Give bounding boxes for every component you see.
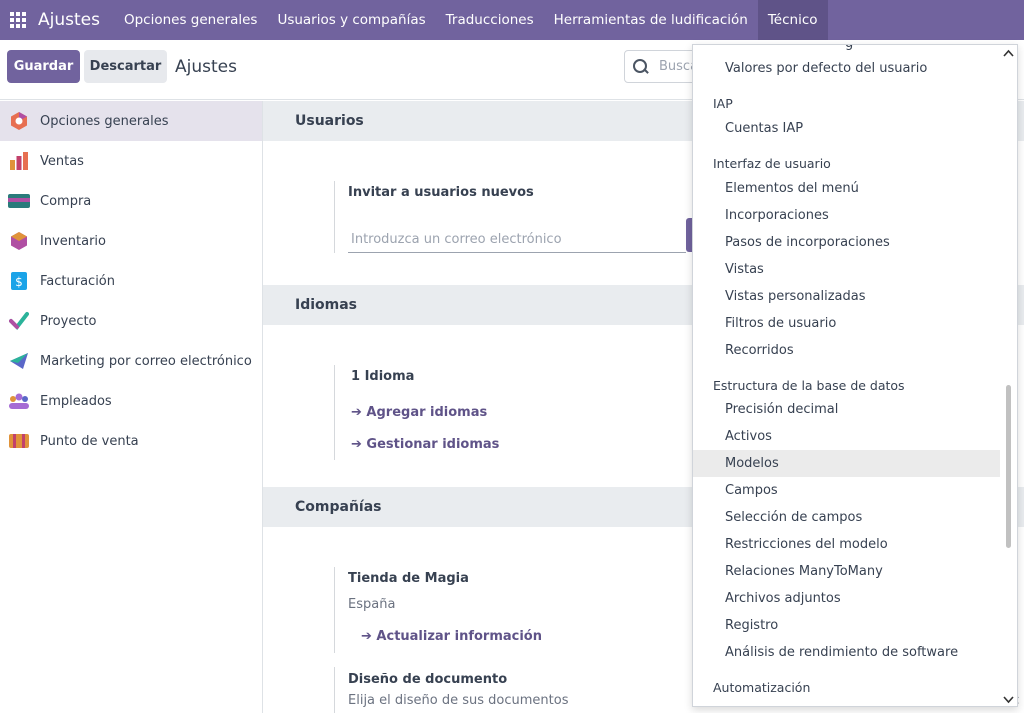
dd-item-pasos-incorporaciones[interactable]: Pasos de incorporaciones bbox=[693, 229, 1002, 256]
dd-header-interfaz: Interfaz de usuario bbox=[713, 156, 831, 171]
arrow-right-icon: ➔ bbox=[351, 437, 367, 452]
pos-app-icon bbox=[8, 430, 30, 452]
sidebar-item-label: Empleados bbox=[40, 393, 112, 409]
sidebar-item-inventario[interactable]: Inventario bbox=[0, 221, 262, 261]
dd-item-activos[interactable]: Activos bbox=[693, 423, 1002, 450]
dd-item-analisis-rendimiento[interactable]: Análisis de rendimiento de software bbox=[693, 639, 1002, 666]
dd-item-vistas[interactable]: Vistas bbox=[693, 256, 1002, 283]
settings-app-icon bbox=[8, 110, 30, 132]
doc-layout-title: Diseño de documento bbox=[348, 672, 508, 687]
sales-app-icon bbox=[8, 150, 30, 172]
sidebar-item-label: Marketing por correo electrónico bbox=[40, 353, 252, 369]
company-country: España bbox=[348, 597, 396, 612]
sidebar-item-label: Compra bbox=[40, 193, 92, 209]
settings-sidebar: Opciones generales Ventas Compra Inventa… bbox=[0, 101, 263, 713]
sidebar-item-ventas[interactable]: Ventas bbox=[0, 141, 262, 181]
dd-header-estructura-bd: Estructura de la base de datos bbox=[713, 378, 905, 393]
doc-layout-desc: Elija el diseño de sus documentos bbox=[348, 693, 569, 708]
dropdown-scrollbar[interactable] bbox=[1000, 45, 1017, 706]
manage-languages-label: Gestionar idiomas bbox=[366, 437, 500, 452]
setting-divider bbox=[334, 181, 335, 253]
dd-item-vistas-personalizadas[interactable]: Vistas personalizadas bbox=[693, 283, 1002, 310]
invoicing-app-icon: $ bbox=[8, 270, 30, 292]
scroll-down-icon[interactable] bbox=[1003, 696, 1014, 704]
dd-item-filtros-usuario[interactable]: Filtros de usuario bbox=[693, 310, 1002, 337]
save-button[interactable]: Guardar bbox=[7, 50, 80, 83]
setting-divider bbox=[334, 567, 335, 653]
sidebar-item-label: Ventas bbox=[40, 153, 84, 169]
dd-item-registro[interactable]: Registro bbox=[693, 612, 1002, 639]
sidebar-item-label: Punto de venta bbox=[40, 433, 139, 449]
purchase-app-icon bbox=[8, 190, 30, 212]
sidebar-item-facturacion[interactable]: $ Facturación bbox=[0, 261, 262, 301]
sidebar-item-label: Inventario bbox=[40, 233, 106, 249]
sidebar-item-marketing[interactable]: Marketing por correo electrónico bbox=[0, 341, 262, 381]
dd-header-automatizacion: Automatización bbox=[713, 680, 811, 695]
setting-divider bbox=[334, 365, 335, 460]
company-name: Tienda de Magia bbox=[348, 571, 469, 586]
sidebar-item-label: Proyecto bbox=[40, 313, 97, 329]
nav-opciones-generales[interactable]: Opciones generales bbox=[114, 0, 267, 40]
inventory-app-icon bbox=[8, 230, 30, 252]
search-icon bbox=[633, 58, 649, 75]
sidebar-item-compra[interactable]: Compra bbox=[0, 181, 262, 221]
dd-item-cuentas-iap[interactable]: Cuentas IAP bbox=[693, 115, 1002, 142]
dd-item-archivos-adjuntos[interactable]: Archivos adjuntos bbox=[693, 585, 1002, 612]
dd-item-recorridos[interactable]: Recorridos bbox=[693, 337, 1002, 364]
discard-button[interactable]: Descartar bbox=[84, 50, 167, 83]
sidebar-item-opciones-generales[interactable]: Opciones generales bbox=[0, 101, 262, 141]
nav-tecnico[interactable]: Técnico bbox=[757, 0, 828, 40]
sidebar-item-empleados[interactable]: Empleados bbox=[0, 381, 262, 421]
project-app-icon bbox=[8, 310, 30, 332]
dd-item-precision-decimal[interactable]: Precisión decimal bbox=[693, 396, 1002, 423]
sidebar-item-punto-de-venta[interactable]: Punto de venta bbox=[0, 421, 262, 461]
update-info-label: Actualizar información bbox=[376, 629, 542, 644]
dd-item-restricciones-modelo[interactable]: Restricciones del modelo bbox=[693, 531, 1002, 558]
arrow-right-icon: ➔ bbox=[361, 629, 377, 644]
dd-item-relaciones-manytomany[interactable]: Relaciones ManyToMany bbox=[693, 558, 1002, 585]
sidebar-item-proyecto[interactable]: Proyecto bbox=[0, 301, 262, 341]
dd-header-iap: IAP bbox=[713, 96, 733, 111]
arrow-right-icon: ➔ bbox=[351, 405, 367, 420]
dd-item-modelos[interactable]: Modelos bbox=[693, 450, 1002, 477]
tecnico-dropdown-menu: g Valores por defecto del usuario IAP Cu… bbox=[692, 44, 1018, 707]
top-navbar: Ajustes Opciones generales Usuarios y co… bbox=[0, 0, 1024, 40]
nav-usuarios-companias[interactable]: Usuarios y compañías bbox=[267, 0, 435, 40]
app-brand[interactable]: Ajustes bbox=[38, 10, 100, 30]
email-marketing-app-icon bbox=[8, 350, 30, 372]
page-title: Ajustes bbox=[175, 57, 237, 77]
scroll-up-icon[interactable] bbox=[1003, 49, 1014, 57]
svg-text:$: $ bbox=[15, 275, 23, 289]
nav-traducciones[interactable]: Traducciones bbox=[436, 0, 544, 40]
update-info-link[interactable]: ➔ Actualizar información bbox=[361, 629, 542, 644]
employees-app-icon bbox=[8, 390, 30, 412]
dd-item-campos[interactable]: Campos bbox=[693, 477, 1002, 504]
invite-users-title: Invitar a usuarios nuevos bbox=[348, 185, 534, 200]
dd-item-elementos-menu[interactable]: Elementos del menú bbox=[693, 175, 1002, 202]
sidebar-item-label: Opciones generales bbox=[40, 113, 169, 129]
scrollbar-thumb[interactable] bbox=[1006, 385, 1011, 548]
dd-item-incorporaciones[interactable]: Incorporaciones bbox=[693, 202, 1002, 229]
languages-count: 1 Idioma bbox=[351, 369, 415, 384]
dd-item-valores-defecto[interactable]: Valores por defecto del usuario bbox=[693, 55, 1002, 82]
setting-divider bbox=[334, 667, 335, 713]
add-languages-label: Agregar idiomas bbox=[366, 405, 488, 420]
dropdown-partial-item: g bbox=[845, 45, 853, 51]
invite-email-input[interactable]: Introduzca un correo electrónico bbox=[348, 231, 686, 253]
add-languages-link[interactable]: ➔ Agregar idiomas bbox=[351, 405, 487, 420]
dd-item-seleccion-campos[interactable]: Selección de campos bbox=[693, 504, 1002, 531]
sidebar-item-label: Facturación bbox=[40, 273, 115, 289]
apps-menu-icon[interactable] bbox=[0, 0, 36, 40]
manage-languages-link[interactable]: ➔ Gestionar idiomas bbox=[351, 437, 499, 452]
nav-herramientas-ludificacion[interactable]: Herramientas de ludificación bbox=[544, 0, 758, 40]
